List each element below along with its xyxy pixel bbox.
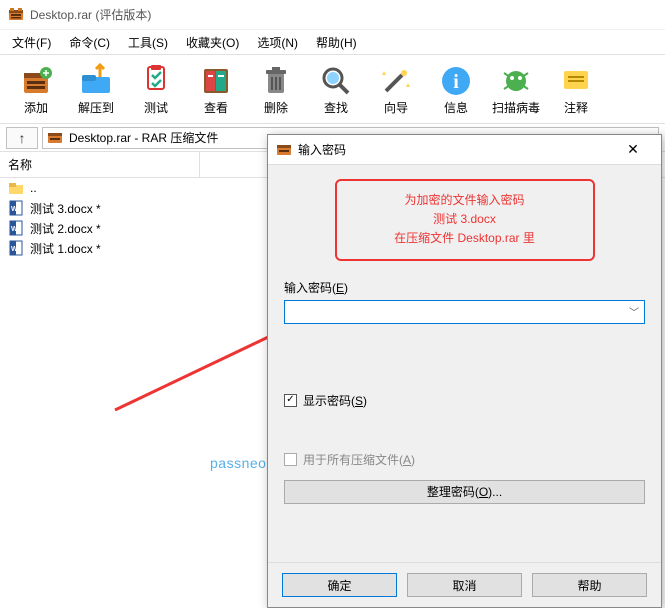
- cancel-button[interactable]: 取消: [407, 573, 522, 597]
- menu-options[interactable]: 选项(N): [249, 32, 306, 53]
- checkbox-label: 用于所有压缩文件(A): [303, 451, 415, 468]
- file-name: 测试 3.docx *: [30, 200, 101, 217]
- menu-commands[interactable]: 命令(C): [61, 32, 118, 53]
- wizard-icon: [378, 63, 414, 99]
- help-button[interactable]: 帮助: [532, 573, 647, 597]
- comment-icon: [558, 63, 594, 99]
- menu-tools[interactable]: 工具(S): [120, 32, 176, 53]
- password-label: 输入密码(E): [284, 279, 645, 296]
- toolbar: 添加 解压到 测试 查看 删除 查找 向导: [0, 54, 665, 124]
- password-input[interactable]: [289, 304, 622, 320]
- docx-icon: W: [8, 200, 24, 216]
- folder-icon: [8, 180, 24, 196]
- prompt-line: 为加密的文件输入密码: [345, 191, 585, 210]
- wizard-button[interactable]: 向导: [366, 61, 426, 118]
- archive-icon: [47, 130, 63, 146]
- find-icon: [318, 63, 354, 99]
- docx-icon: W: [8, 220, 24, 236]
- chevron-down-icon[interactable]: ﹀: [624, 301, 644, 323]
- info-icon: i: [438, 63, 474, 99]
- test-button[interactable]: 测试: [126, 61, 186, 118]
- menu-favorites[interactable]: 收藏夹(O): [178, 32, 247, 53]
- password-combo[interactable]: ﹀: [284, 300, 645, 324]
- password-dialog: 输入密码 ✕ 为加密的文件输入密码 测试 3.docx 在压缩文件 Deskto…: [267, 134, 662, 608]
- path-text: Desktop.rar - RAR 压缩文件: [69, 129, 218, 146]
- checkbox-icon: ✓: [284, 394, 297, 407]
- prompt-box: 为加密的文件输入密码 测试 3.docx 在压缩文件 Desktop.rar 里: [335, 179, 595, 261]
- checkbox-label: 显示密码(S): [303, 392, 367, 409]
- view-icon: [198, 63, 234, 99]
- add-icon: [18, 63, 54, 99]
- svg-text:i: i: [453, 71, 459, 93]
- menubar: 文件(F) 命令(C) 工具(S) 收藏夹(O) 选项(N) 帮助(H): [0, 30, 665, 54]
- winrar-icon: [276, 142, 292, 158]
- find-button[interactable]: 查找: [306, 61, 366, 118]
- add-button[interactable]: 添加: [6, 61, 66, 118]
- scan-button[interactable]: 扫描病毒: [486, 61, 546, 118]
- apply-all-checkbox[interactable]: 用于所有压缩文件(A): [284, 451, 645, 468]
- info-button[interactable]: i 信息: [426, 61, 486, 118]
- button-label: 整理密码(O)...: [427, 483, 502, 500]
- dialog-title: 输入密码: [298, 141, 613, 158]
- prompt-line: 在压缩文件 Desktop.rar 里: [345, 229, 585, 248]
- dialog-titlebar[interactable]: 输入密码 ✕: [268, 135, 661, 165]
- dialog-footer: 确定 取消 帮助: [268, 562, 661, 607]
- scan-icon: [498, 63, 534, 99]
- extract-button[interactable]: 解压到: [66, 61, 126, 118]
- winrar-icon: [8, 7, 24, 23]
- file-name: 测试 1.docx *: [30, 240, 101, 257]
- file-name: ..: [30, 181, 37, 195]
- up-arrow-icon: ↑: [19, 130, 26, 146]
- docx-icon: W: [8, 240, 24, 256]
- delete-button[interactable]: 删除: [246, 61, 306, 118]
- extract-icon: [78, 63, 114, 99]
- col-name[interactable]: 名称: [0, 152, 200, 177]
- titlebar: Desktop.rar (评估版本): [0, 0, 665, 30]
- ok-button[interactable]: 确定: [282, 573, 397, 597]
- up-button[interactable]: ↑: [6, 127, 38, 149]
- prompt-line: 测试 3.docx: [345, 210, 585, 229]
- test-icon: [138, 63, 174, 99]
- delete-icon: [258, 63, 294, 99]
- dialog-body: 为加密的文件输入密码 测试 3.docx 在压缩文件 Desktop.rar 里…: [268, 165, 661, 562]
- window-title: Desktop.rar (评估版本): [30, 6, 151, 23]
- file-name: 测试 2.docx *: [30, 220, 101, 237]
- menu-file[interactable]: 文件(F): [4, 32, 59, 53]
- view-button[interactable]: 查看: [186, 61, 246, 118]
- svg-text:W: W: [11, 246, 18, 253]
- comment-button[interactable]: 注释: [546, 61, 606, 118]
- show-password-checkbox[interactable]: ✓ 显示密码(S): [284, 392, 645, 409]
- organize-passwords-button[interactable]: 整理密码(O)...: [284, 480, 645, 504]
- svg-text:W: W: [11, 226, 18, 233]
- close-button[interactable]: ✕: [613, 136, 653, 164]
- menu-help[interactable]: 帮助(H): [308, 32, 365, 53]
- close-icon: ✕: [627, 141, 639, 158]
- checkbox-icon: [284, 453, 297, 466]
- svg-text:W: W: [11, 206, 18, 213]
